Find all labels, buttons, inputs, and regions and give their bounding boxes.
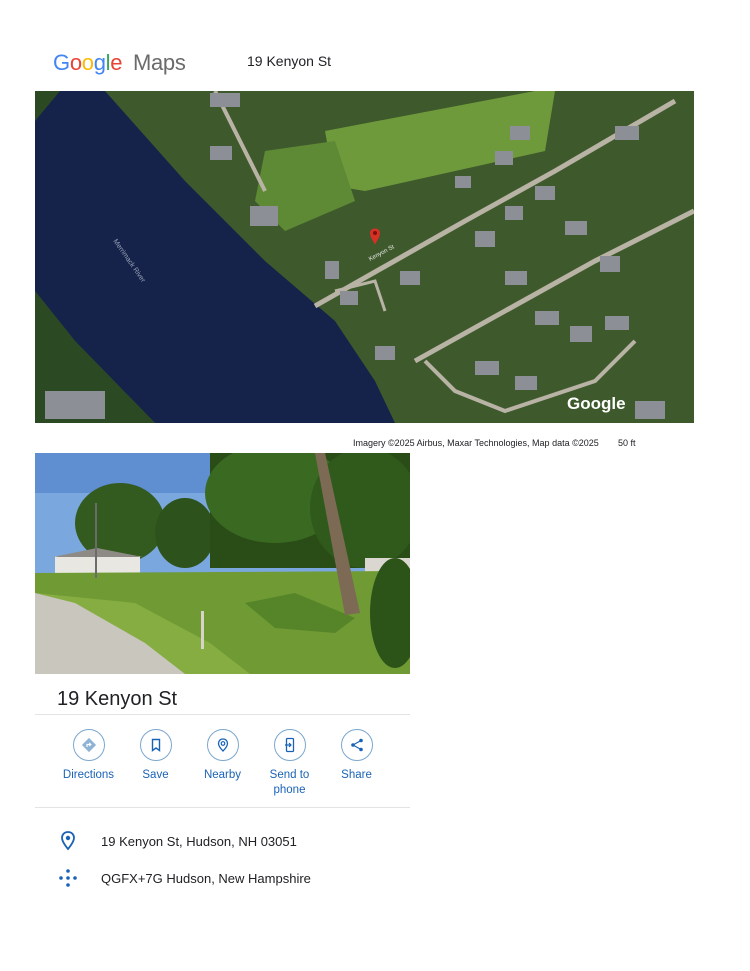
share-label: Share [341, 769, 372, 781]
bookmark-icon [139, 729, 172, 761]
directions-button[interactable]: Directions [55, 729, 122, 798]
svg-text:Google: Google [567, 394, 626, 413]
nearby-label: Nearby [203, 769, 242, 781]
logo-google-text: Google [53, 50, 123, 75]
google-maps-logo: Google Maps [53, 48, 186, 78]
divider-bottom [35, 807, 410, 808]
divider-top [35, 714, 410, 715]
send-to-phone-button[interactable]: Send to phone [256, 729, 323, 798]
directions-label: Directions [62, 769, 115, 781]
save-button[interactable]: Save [122, 729, 189, 798]
place-title: 19 Kenyon St [57, 688, 178, 710]
send-to-phone-label: Send to phone [269, 769, 310, 796]
plus-code-row[interactable]: QGFX+7G Hudson, New Hampshire [55, 866, 311, 890]
send-to-phone-icon [273, 729, 306, 761]
map-credit: Imagery ©2025 Airbus, Maxar Technologies… [353, 438, 599, 448]
share-icon [340, 729, 373, 761]
plus-code-icon [55, 868, 81, 888]
map-scale: 50 ft [618, 438, 636, 448]
logo-maps-text: Maps [132, 50, 186, 75]
action-bar: Directions Save Nearby Send to phone Sha… [55, 729, 395, 798]
address-text: 19 Kenyon St, Hudson, NH 03051 [101, 833, 297, 849]
plus-code-text: QGFX+7G Hudson, New Hampshire [101, 870, 311, 886]
satellite-map[interactable]: Merrimack River Kenyon St Google [35, 91, 694, 423]
save-label: Save [142, 769, 169, 781]
nearby-button[interactable]: Nearby [189, 729, 256, 798]
address-row[interactable]: 19 Kenyon St, Hudson, NH 03051 [55, 829, 297, 853]
nearby-icon [206, 729, 239, 761]
directions-icon [72, 729, 105, 761]
street-view-photo[interactable] [35, 453, 410, 674]
location-pin-outline-icon [55, 831, 81, 851]
page-title: 19 Kenyon St [247, 53, 332, 69]
share-button[interactable]: Share [323, 729, 390, 798]
